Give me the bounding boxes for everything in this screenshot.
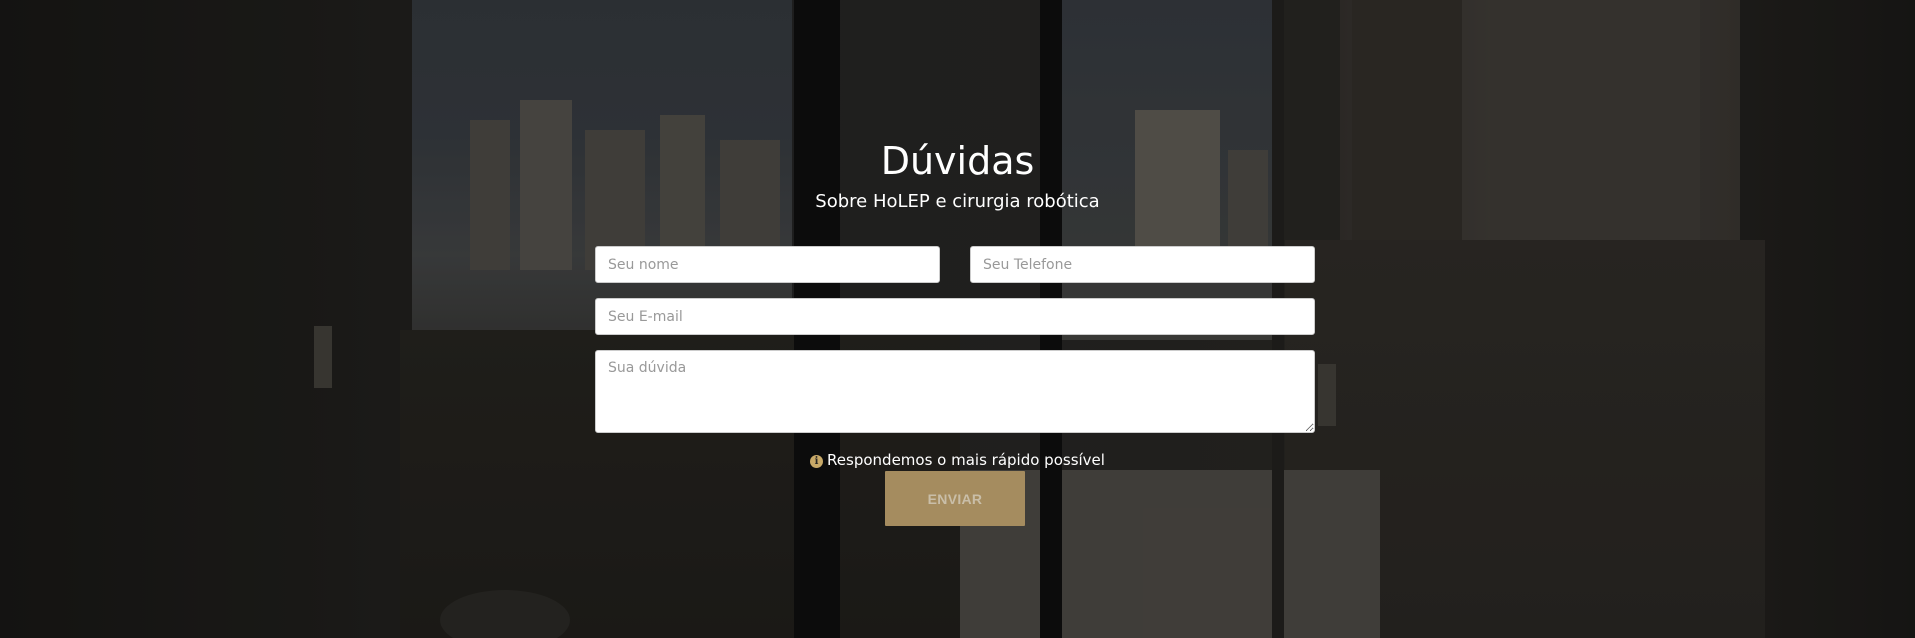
info-icon: i [810,455,824,468]
contact-section: Dúvidas Sobre HoLEP e cirurgia robótica … [0,0,1915,638]
section-subtitle: Sobre HoLEP e cirurgia robótica [815,191,1100,212]
name-input[interactable] [595,246,940,283]
phone-input[interactable] [970,246,1315,283]
response-note-text: Respondemos o mais rápido possível [827,451,1105,469]
send-button[interactable]: ENVIAR [885,471,1025,526]
section-title: Dúvidas [880,139,1035,183]
email-input[interactable] [595,298,1315,335]
question-textarea[interactable] [595,350,1315,433]
response-note: i Respondemos o mais rápido possível [0,450,1915,470]
